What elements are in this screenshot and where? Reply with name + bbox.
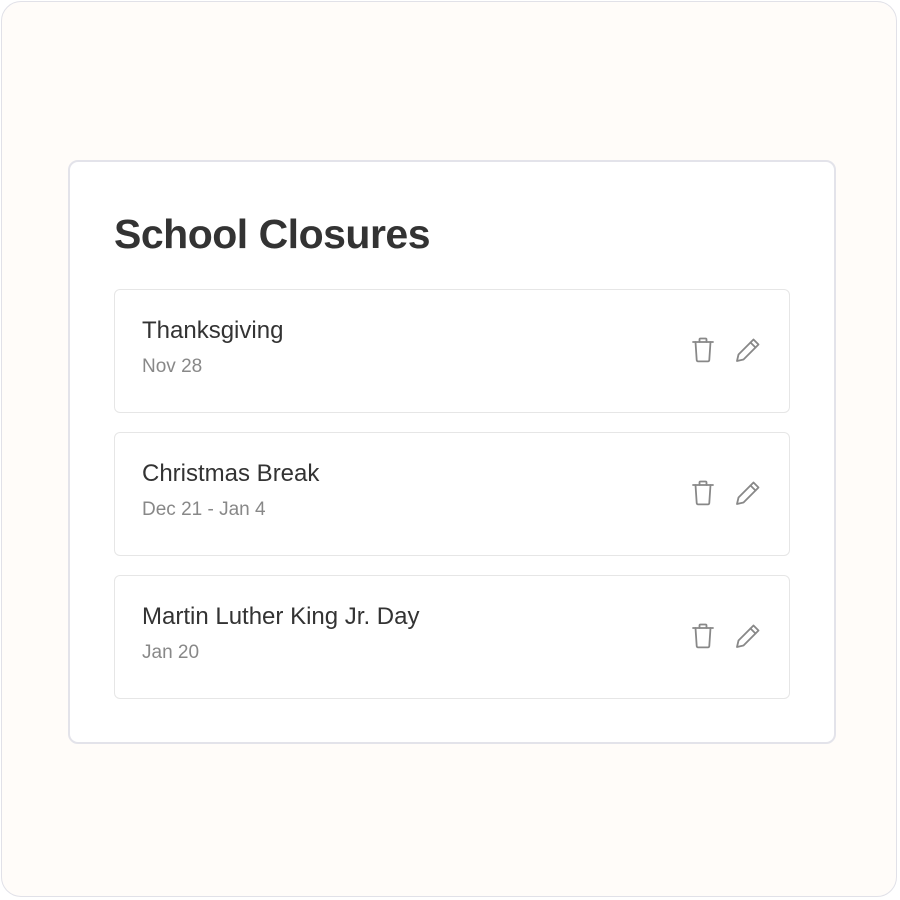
delete-button[interactable] bbox=[688, 478, 718, 508]
page-title: School Closures bbox=[114, 211, 431, 257]
closure-date: Jan 20 bbox=[142, 642, 200, 663]
delete-button[interactable] bbox=[688, 621, 718, 651]
delete-button[interactable] bbox=[688, 335, 718, 365]
closure-name: Thanksgiving bbox=[142, 317, 284, 344]
trash-icon bbox=[692, 623, 714, 649]
closure-name: Christmas Break bbox=[142, 460, 320, 487]
edit-button[interactable] bbox=[733, 478, 763, 508]
pencil-icon bbox=[736, 624, 760, 648]
list-item: Christmas Break Dec 21 - Jan 4 bbox=[114, 432, 790, 556]
edit-button[interactable] bbox=[733, 621, 763, 651]
pencil-icon bbox=[736, 338, 760, 362]
closure-date: Dec 21 - Jan 4 bbox=[142, 499, 266, 520]
list-item: Martin Luther King Jr. Day Jan 20 bbox=[114, 575, 790, 699]
school-closures-card: School Closures Thanksgiving Nov 28 Chri… bbox=[68, 160, 836, 744]
pencil-icon bbox=[736, 481, 760, 505]
edit-button[interactable] bbox=[733, 335, 763, 365]
closure-date: Nov 28 bbox=[142, 356, 203, 377]
list-item: Thanksgiving Nov 28 bbox=[114, 289, 790, 413]
closure-list: Thanksgiving Nov 28 Christmas Break Dec … bbox=[114, 289, 790, 718]
app-frame: School Closures Thanksgiving Nov 28 Chri… bbox=[1, 1, 897, 897]
trash-icon bbox=[692, 480, 714, 506]
trash-icon bbox=[692, 337, 714, 363]
closure-name: Martin Luther King Jr. Day bbox=[142, 603, 420, 630]
